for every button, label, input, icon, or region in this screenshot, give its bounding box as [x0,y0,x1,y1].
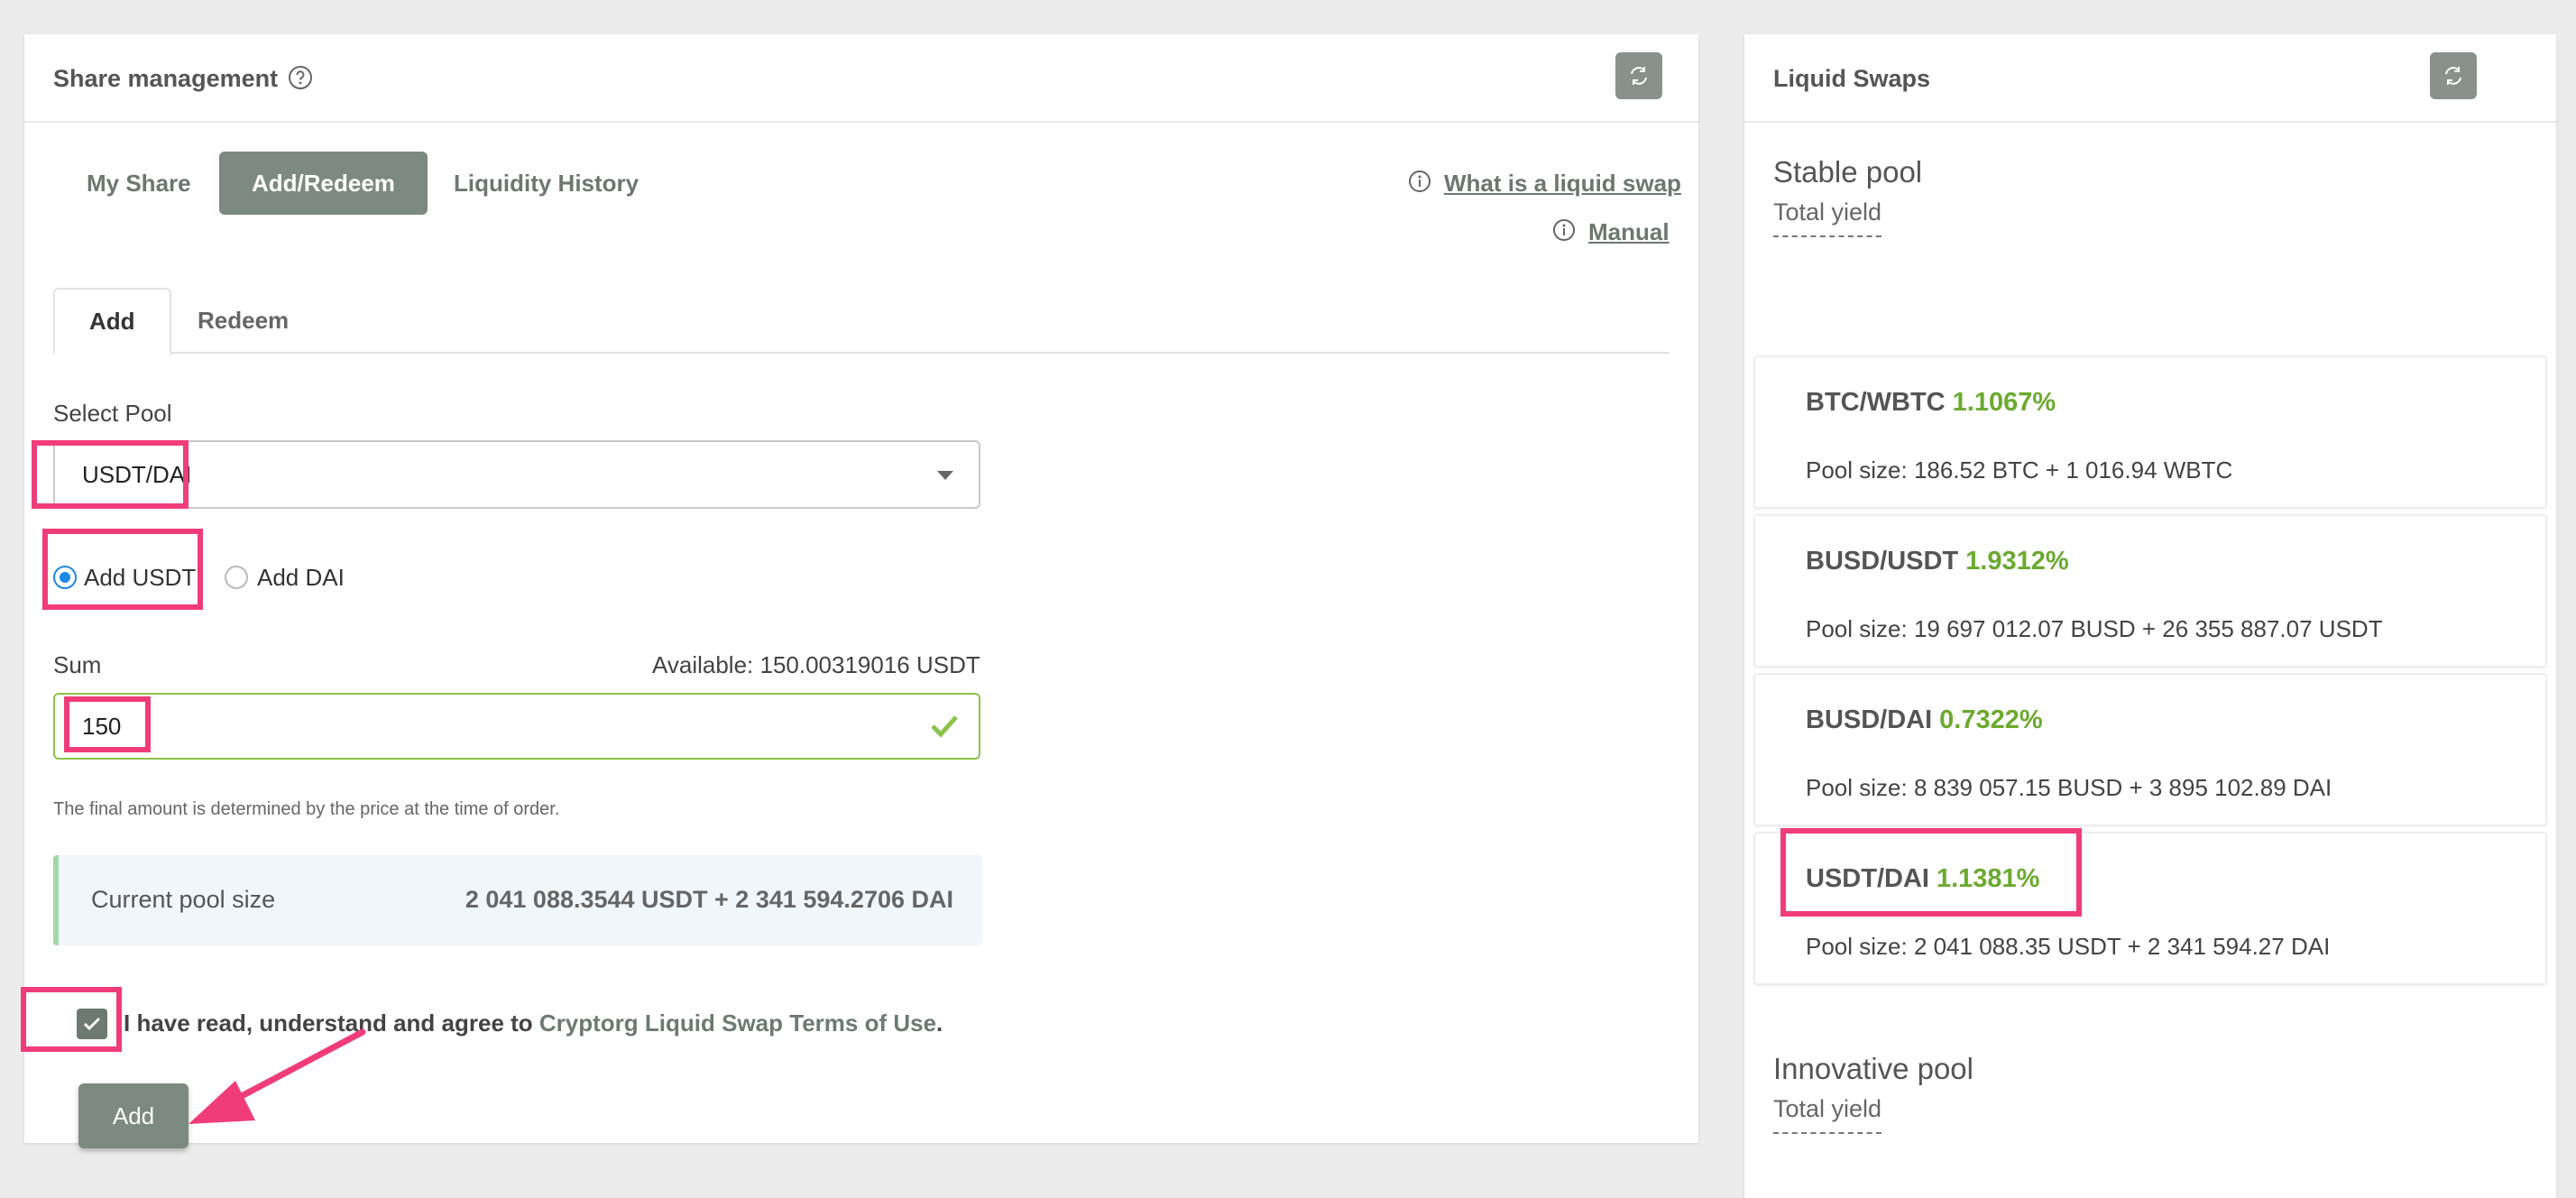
pool-name: BUSD/DAI 0.7322% [1806,705,2043,735]
pool-name: BUSD/USDT 1.9312% [1806,547,2069,576]
pool-name: BTC/WBTC 1.1067% [1806,388,2056,418]
stable-pool-title: Stable pool [1773,155,1923,189]
terms-text-suffix: . [936,1009,943,1037]
pool-rate: 1.1067% [1952,388,2056,417]
liquid-swaps-card: Liquid Swaps Stable pool Total yield BTC… [1744,34,2556,1198]
highlight-box [32,440,189,509]
innovative-pool-total-yield[interactable]: Total yield [1773,1095,1882,1134]
current-pool-value: 2 041 088.3544 USDT + 2 341 594.2706 DAI [465,886,953,913]
stable-pool-total-yield[interactable]: Total yield [1773,198,1882,237]
pool-size: Pool size: 2 041 088.35 USDT + 2 341 594… [1806,933,2331,960]
refresh-share-button[interactable] [1615,52,1662,99]
pool-pair: BUSD/USDT [1806,547,1959,576]
refresh-icon [2445,67,2461,85]
pool-card-busd-dai[interactable]: BUSD/DAI 0.7322% Pool size: 8 839 057.15 … [1753,673,2547,826]
radio-add-dai-label[interactable]: Add DAI [257,564,345,592]
current-pool-box: Current pool size 2 041 088.3544 USDT + … [53,855,982,945]
highlight-box [1780,828,2082,917]
pool-rate: 1.9312% [1965,547,2069,576]
innovative-pool-title: Innovative pool [1773,1052,1973,1085]
pool-size: Pool size: 19 697 012.07 BUSD + 26 355 8… [1806,615,2383,642]
subtab-redeem[interactable]: Redeem [163,288,323,354]
terms-link[interactable]: Cryptorg Liquid Swap Terms of Use [539,1009,936,1037]
refresh-icon [1631,67,1647,85]
pool-pair: BTC/WBTC [1806,388,1946,417]
tab-liquidity-history[interactable]: Liquidity History [421,152,671,215]
liquid-swaps-title: Liquid Swaps [1773,65,1931,92]
pool-card-btc-wbtc[interactable]: BTC/WBTC 1.1067% Pool size: 186.52 BTC + … [1753,355,2547,509]
tab-my-share[interactable]: My Share [54,152,224,215]
share-management-card: Share management My Share Add/Redeem Liq… [21,34,1698,1148]
pointer-arrow-icon [189,1028,366,1124]
sum-input[interactable]: 150 [53,693,980,760]
highlight-box [21,987,122,1052]
pool-size: Pool size: 186.52 BTC + 1 016.94 WBTC [1806,456,2233,484]
sum-hint: The final amount is determined by the pr… [53,799,560,819]
check-icon [931,715,958,738]
refresh-swaps-button[interactable] [2430,52,2477,99]
info-icon [1409,170,1431,192]
highlight-box [42,529,203,610]
pool-size: Pool size: 8 839 057.15 BUSD + 3 895 102… [1806,774,2332,801]
chevron-down-icon [937,471,953,480]
share-management-title: Share management [53,65,279,92]
current-pool-label: Current pool size [91,886,276,913]
sum-label: Sum [53,651,102,678]
available-balance: Available: 150.00319016 USDT [652,651,980,678]
tab-add-redeem[interactable]: Add/Redeem [219,152,428,215]
radio-add-dai[interactable] [225,566,248,589]
liquid-swaps-header: Liquid Swaps [1744,34,2556,123]
what-is-liquid-swap-link[interactable]: What is a liquid swap [1444,170,1681,198]
question-circle-icon[interactable] [288,65,313,90]
manual-link[interactable]: Manual [1588,218,1670,246]
pool-card-busd-usdt[interactable]: BUSD/USDT 1.9312% Pool size: 19 697 012.0… [1753,514,2547,668]
pool-rate: 0.7322% [1939,705,2043,734]
pool-select[interactable]: USDT/DAI [53,440,980,509]
highlight-box [64,696,151,752]
pool-pair: BUSD/DAI [1806,705,1933,734]
share-management-header: Share management [24,34,1698,123]
info-icon [1553,219,1575,241]
select-pool-label: Select Pool [53,400,172,427]
subtab-add[interactable]: Add [53,288,171,355]
